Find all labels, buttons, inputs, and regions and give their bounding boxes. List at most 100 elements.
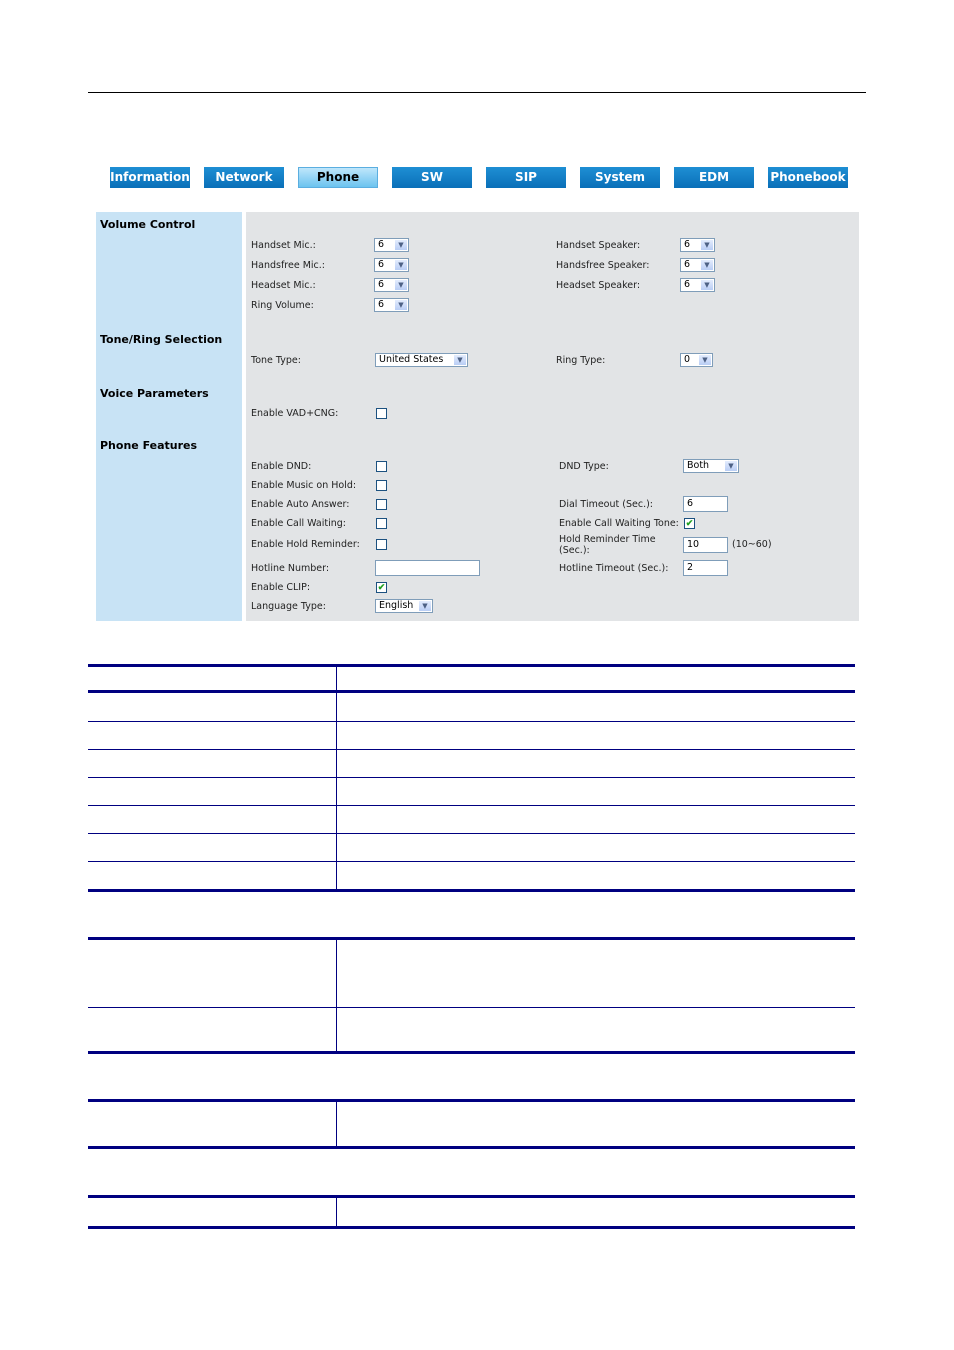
chevron-down-icon: ▼ — [395, 280, 407, 290]
call-waiting-tone-label: Enable Call Waiting Tone: — [559, 518, 679, 529]
dnd-checkbox[interactable] — [376, 461, 387, 472]
ring-type-value: 0 — [684, 354, 691, 365]
table-row-rule — [88, 805, 855, 806]
handset-speaker-select[interactable]: 6 ▼ — [680, 238, 715, 252]
headset-speaker-value: 6 — [684, 279, 691, 290]
table-rule — [88, 937, 855, 940]
table-row-rule — [88, 749, 855, 750]
table-header-rule — [88, 690, 855, 693]
chevron-down-icon: ▼ — [699, 355, 711, 365]
table-column-divider — [336, 664, 337, 890]
doc-table-2 — [88, 937, 855, 1055]
clip-label: Enable CLIP: — [251, 582, 311, 593]
dnd-type-label: DND Type: — [559, 461, 609, 472]
table-row-rule — [88, 861, 855, 862]
table-column-divider — [336, 937, 337, 1052]
hold-reminder-label: Enable Hold Reminder: — [251, 539, 360, 550]
hotline-number-input[interactable] — [375, 560, 480, 576]
vad-cng-checkbox[interactable] — [376, 408, 387, 419]
music-on-hold-label: Enable Music on Hold: — [251, 480, 357, 491]
nav-tabs: Information Network Phone SW Upgrade SIP… — [0, 167, 954, 205]
dial-timeout-label: Dial Timeout (Sec.): — [559, 499, 653, 510]
tab-phonebook[interactable]: Phonebook — [768, 167, 848, 188]
headset-mic-label: Headset Mic.: — [251, 280, 316, 291]
chevron-down-icon: ▼ — [454, 355, 466, 365]
headset-mic-select[interactable]: 6 ▼ — [374, 278, 409, 292]
table-row-rule — [88, 777, 855, 778]
table-rule — [88, 1195, 855, 1198]
call-waiting-label: Enable Call Waiting: — [251, 518, 346, 529]
table-rule — [88, 1051, 855, 1054]
tone-type-value: United States — [379, 354, 444, 365]
tab-edm[interactable]: EDM — [674, 167, 754, 188]
table-column-divider — [336, 1099, 337, 1147]
tone-type-label: Tone Type: — [251, 355, 301, 366]
chevron-down-icon: ▼ — [725, 461, 737, 471]
language-type-select[interactable]: English ▼ — [375, 599, 433, 613]
table-row-rule — [88, 833, 855, 834]
doc-table-3 — [88, 1099, 855, 1151]
handset-speaker-label: Handset Speaker: — [556, 240, 641, 251]
ring-type-label: Ring Type: — [556, 355, 606, 366]
hotline-timeout-label: Hotline Timeout (Sec.): — [559, 563, 669, 574]
section-phone-features: Phone Features — [100, 439, 198, 452]
phone-settings-panel: Volume Control Tone/Ring Selection Voice… — [96, 212, 859, 621]
section-voice-parameters: Voice Parameters — [100, 387, 209, 400]
music-on-hold-checkbox[interactable] — [376, 480, 387, 491]
settings-form: Handset Mic.: 6 ▼ Handsfree Mic.: 6 ▼ He… — [246, 212, 859, 621]
ring-volume-value: 6 — [378, 299, 385, 310]
call-waiting-tone-checkbox[interactable]: ✔ — [684, 518, 695, 529]
handsfree-mic-select[interactable]: 6 ▼ — [374, 258, 409, 272]
chevron-down-icon: ▼ — [701, 260, 713, 270]
hold-reminder-checkbox[interactable] — [376, 539, 387, 550]
handsfree-speaker-value: 6 — [684, 259, 691, 270]
table-rule — [88, 1226, 855, 1229]
tone-type-select[interactable]: United States ▼ — [375, 353, 468, 367]
tab-network[interactable]: Network — [204, 167, 284, 188]
call-waiting-checkbox[interactable] — [376, 518, 387, 529]
auto-answer-checkbox[interactable] — [376, 499, 387, 510]
chevron-down-icon: ▼ — [701, 280, 713, 290]
dnd-type-value: Both — [687, 460, 710, 471]
table-column-divider — [336, 1195, 337, 1227]
language-type-value: English — [379, 600, 414, 611]
chevron-down-icon: ▼ — [395, 260, 407, 270]
handsfree-mic-value: 6 — [378, 259, 385, 270]
doc-table-1 — [88, 664, 855, 892]
dnd-type-select[interactable]: Both ▼ — [683, 459, 739, 473]
handset-speaker-value: 6 — [684, 239, 691, 250]
tab-sw-upgrade[interactable]: SW Upgrade — [392, 167, 472, 205]
chevron-down-icon: ▼ — [395, 240, 407, 250]
ring-volume-select[interactable]: 6 ▼ — [374, 298, 409, 312]
table-row-rule — [88, 1007, 855, 1008]
handsfree-speaker-label: Handsfree Speaker: — [556, 260, 650, 271]
handset-mic-label: Handset Mic.: — [251, 240, 316, 251]
section-sidebar: Volume Control Tone/Ring Selection Voice… — [96, 212, 242, 621]
checkmark-icon: ✔ — [377, 582, 386, 592]
auto-answer-label: Enable Auto Answer: — [251, 499, 350, 510]
clip-checkbox[interactable]: ✔ — [376, 582, 387, 593]
ring-type-select[interactable]: 0 ▼ — [680, 353, 713, 367]
handsfree-mic-label: Handsfree Mic.: — [251, 260, 325, 271]
vad-cng-label: Enable VAD+CNG: — [251, 408, 339, 419]
chevron-down-icon: ▼ — [395, 300, 407, 310]
tab-information[interactable]: Information — [110, 167, 190, 188]
headset-speaker-select[interactable]: 6 ▼ — [680, 278, 715, 292]
ring-volume-label: Ring Volume: — [251, 300, 314, 311]
headset-mic-value: 6 — [378, 279, 385, 290]
chevron-down-icon: ▼ — [419, 601, 431, 611]
handset-mic-select[interactable]: 6 ▼ — [374, 238, 409, 252]
chevron-down-icon: ▼ — [701, 240, 713, 250]
checkmark-icon: ✔ — [685, 518, 694, 528]
tab-system[interactable]: System — [580, 167, 660, 188]
hold-reminder-range: (10~60) — [732, 539, 772, 550]
header-rule — [88, 92, 866, 93]
hotline-number-label: Hotline Number: — [251, 563, 330, 574]
hotline-timeout-input[interactable]: 2 — [683, 560, 728, 576]
hold-reminder-time-input[interactable]: 10 — [683, 537, 728, 553]
tab-sip[interactable]: SIP — [486, 167, 566, 188]
tab-phone[interactable]: Phone — [298, 167, 378, 188]
handsfree-speaker-select[interactable]: 6 ▼ — [680, 258, 715, 272]
dial-timeout-input[interactable]: 6 — [683, 496, 728, 512]
hold-reminder-time-label: Hold Reminder Time (Sec.): — [559, 534, 656, 556]
